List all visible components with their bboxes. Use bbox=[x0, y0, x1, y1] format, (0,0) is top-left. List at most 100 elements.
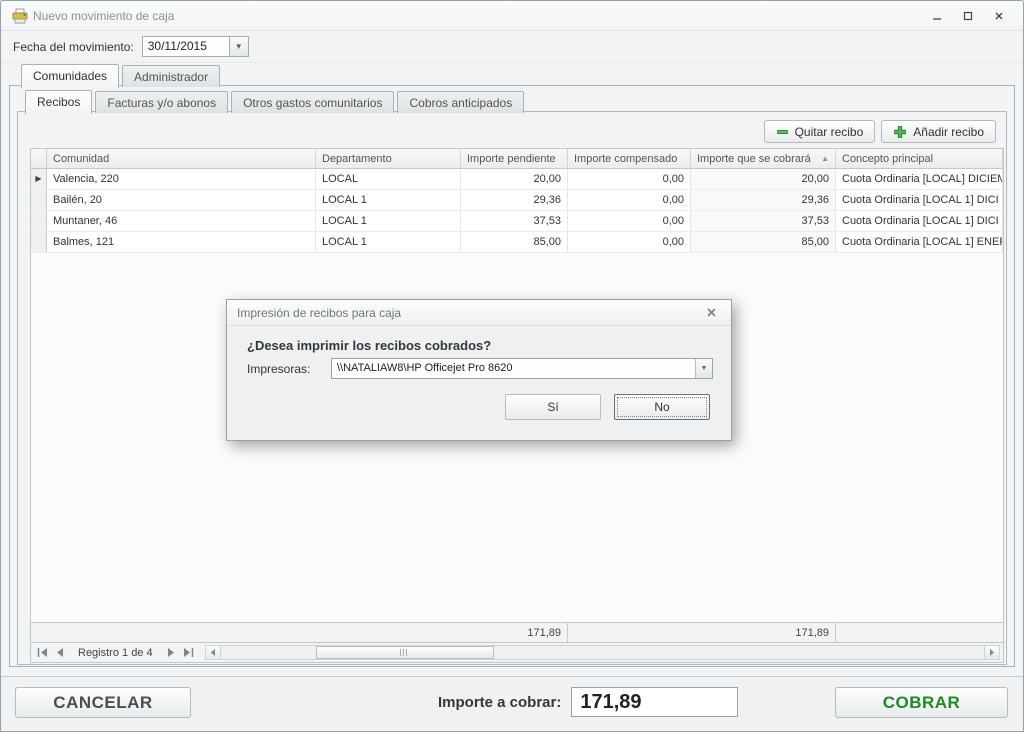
cell-compensado: 0,00 bbox=[568, 211, 691, 231]
cell-concepto: Cuota Ordinaria [LOCAL 1] DICI bbox=[836, 211, 1003, 231]
cell-cobrara: 85,00 bbox=[691, 232, 836, 252]
header-comunidad[interactable]: Comunidad bbox=[47, 149, 316, 168]
row-indicator-cell: ▶ bbox=[31, 169, 47, 189]
cell-departamento: LOCAL bbox=[316, 169, 461, 189]
previous-record-button[interactable] bbox=[52, 645, 68, 661]
no-button[interactable]: No bbox=[614, 394, 710, 420]
date-dropdown-button[interactable]: ▼ bbox=[230, 36, 249, 57]
printer-label: Impresoras: bbox=[247, 362, 310, 376]
add-receipt-label: Añadir recibo bbox=[913, 125, 984, 139]
first-record-button[interactable] bbox=[34, 645, 50, 661]
summary-comunidad bbox=[47, 623, 316, 642]
tab-recibos[interactable]: Recibos bbox=[25, 90, 92, 114]
table-row[interactable]: Muntaner, 46 LOCAL 1 37,53 0,00 37,53 Cu… bbox=[31, 211, 1003, 232]
tab-comunidades[interactable]: Comunidades bbox=[21, 64, 119, 88]
cancel-button[interactable]: CANCELAR bbox=[15, 687, 191, 718]
action-row: Quitar recibo Añadir recibo bbox=[764, 120, 996, 143]
scrollbar-thumb[interactable] bbox=[316, 646, 494, 659]
tab-facturas-abonos[interactable]: Facturas y/o abonos bbox=[95, 91, 228, 113]
scrollbar-grip bbox=[400, 649, 409, 656]
date-label: Fecha del movimiento: bbox=[13, 40, 134, 54]
cell-pendiente: 85,00 bbox=[461, 232, 568, 252]
scroll-right-icon[interactable] bbox=[984, 646, 999, 659]
window-controls bbox=[922, 5, 1017, 26]
tab-otros-gastos[interactable]: Otros gastos comunitarios bbox=[231, 91, 394, 113]
table-row[interactable]: ▶ Valencia, 220 LOCAL 20,00 0,00 20,00 C… bbox=[31, 169, 1003, 190]
grid-header: Comunidad Departamento Importe pendiente… bbox=[31, 149, 1003, 169]
summary-indicator-cell bbox=[31, 623, 47, 642]
sort-ascending-icon: ▲ bbox=[817, 149, 829, 168]
sub-tab-strip: Recibos Facturas y/o abonos Otros gastos… bbox=[25, 90, 527, 113]
minus-icon bbox=[776, 129, 789, 135]
cell-comunidad: Bailén, 20 bbox=[47, 190, 316, 210]
grid-navigator: Registro 1 de 4 bbox=[31, 642, 1003, 662]
dialog-titlebar: Impresión de recibos para caja bbox=[227, 300, 731, 326]
cell-concepto: Cuota Ordinaria [LOCAL 1] ENER bbox=[836, 232, 1003, 252]
cell-pendiente: 37,53 bbox=[461, 211, 568, 231]
header-importe-cobrara[interactable]: Importe que se cobrará ▲ bbox=[691, 149, 836, 168]
amount-group: Importe a cobrar: 171,89 bbox=[438, 687, 738, 717]
date-input[interactable]: 30/11/2015 bbox=[142, 36, 230, 57]
grid-summary-row: 171,89 171,89 bbox=[31, 622, 1003, 642]
plus-icon bbox=[893, 125, 907, 139]
collect-button[interactable]: COBRAR bbox=[835, 687, 1008, 718]
minimize-button[interactable] bbox=[922, 5, 951, 26]
tab-cobros-anticipados[interactable]: Cobros anticipados bbox=[397, 91, 524, 113]
row-indicator-cell bbox=[31, 211, 47, 231]
cell-comunidad: Balmes, 121 bbox=[47, 232, 316, 252]
cell-pendiente: 20,00 bbox=[461, 169, 568, 189]
header-departamento[interactable]: Departamento bbox=[316, 149, 461, 168]
titlebar: Nuevo movimiento de caja bbox=[1, 1, 1023, 31]
dialog-close-icon[interactable] bbox=[701, 304, 721, 322]
summary-compensado bbox=[568, 623, 691, 642]
add-receipt-button[interactable]: Añadir recibo bbox=[881, 120, 996, 143]
cell-departamento: LOCAL 1 bbox=[316, 232, 461, 252]
chevron-down-icon: ▼ bbox=[235, 42, 243, 51]
header-concepto[interactable]: Concepto principal bbox=[836, 149, 1003, 168]
date-picker: 30/11/2015 ▼ bbox=[142, 36, 249, 57]
printer-dropdown-button[interactable]: ▼ bbox=[695, 359, 712, 378]
horizontal-scrollbar[interactable] bbox=[205, 645, 1000, 660]
cell-cobrara: 37,53 bbox=[691, 211, 836, 231]
scroll-left-icon[interactable] bbox=[206, 646, 221, 659]
cell-cobrara: 29,36 bbox=[691, 190, 836, 210]
table-row[interactable]: Bailén, 20 LOCAL 1 29,36 0,00 29,36 Cuot… bbox=[31, 190, 1003, 211]
current-row-icon: ▶ bbox=[35, 175, 41, 183]
dialog-question: ¿Desea imprimir los recibos cobrados? bbox=[247, 338, 491, 353]
tab-administrador[interactable]: Administrador bbox=[122, 65, 220, 87]
cell-comunidad: Valencia, 220 bbox=[47, 169, 316, 189]
cell-cobrara: 20,00 bbox=[691, 169, 836, 189]
table-row[interactable]: Balmes, 121 LOCAL 1 85,00 0,00 85,00 Cuo… bbox=[31, 232, 1003, 253]
row-indicator-cell bbox=[31, 232, 47, 252]
date-row: Fecha del movimiento: 30/11/2015 ▼ bbox=[1, 31, 1023, 63]
cell-departamento: LOCAL 1 bbox=[316, 211, 461, 231]
footer-bar: CANCELAR Importe a cobrar: 171,89 COBRAR bbox=[1, 676, 1023, 731]
next-record-button[interactable] bbox=[163, 645, 179, 661]
print-receipts-dialog: Impresión de recibos para caja ¿Desea im… bbox=[226, 299, 732, 441]
header-indicator-cell bbox=[31, 149, 47, 168]
cell-concepto: Cuota Ordinaria [LOCAL 1] DICI bbox=[836, 190, 1003, 210]
cell-pendiente: 29,36 bbox=[461, 190, 568, 210]
close-button[interactable] bbox=[984, 5, 1013, 26]
header-importe-pendiente[interactable]: Importe pendiente bbox=[461, 149, 568, 168]
yes-button[interactable]: Sí bbox=[505, 394, 601, 420]
row-indicator-cell bbox=[31, 190, 47, 210]
printer-combobox[interactable]: \\NATALIAW8\HP Officejet Pro 8620 ▼ bbox=[331, 358, 713, 379]
record-counter: Registro 1 de 4 bbox=[70, 647, 161, 659]
amount-label: Importe a cobrar: bbox=[438, 694, 561, 711]
cell-compensado: 0,00 bbox=[568, 169, 691, 189]
cell-compensado: 0,00 bbox=[568, 190, 691, 210]
window: Nuevo movimiento de caja Fecha del movim… bbox=[0, 0, 1024, 732]
chevron-down-icon: ▼ bbox=[701, 365, 708, 372]
maximize-button[interactable] bbox=[953, 5, 982, 26]
summary-departamento bbox=[316, 623, 461, 642]
remove-receipt-label: Quitar recibo bbox=[795, 125, 864, 139]
cell-departamento: LOCAL 1 bbox=[316, 190, 461, 210]
cell-concepto: Cuota Ordinaria [LOCAL] DICIEM bbox=[836, 169, 1003, 189]
printer-value: \\NATALIAW8\HP Officejet Pro 8620 bbox=[332, 359, 695, 378]
last-record-button[interactable] bbox=[181, 645, 197, 661]
header-importe-compensado[interactable]: Importe compensado bbox=[568, 149, 691, 168]
cell-compensado: 0,00 bbox=[568, 232, 691, 252]
remove-receipt-button[interactable]: Quitar recibo bbox=[764, 120, 876, 143]
amount-to-collect-field[interactable]: 171,89 bbox=[571, 687, 738, 717]
